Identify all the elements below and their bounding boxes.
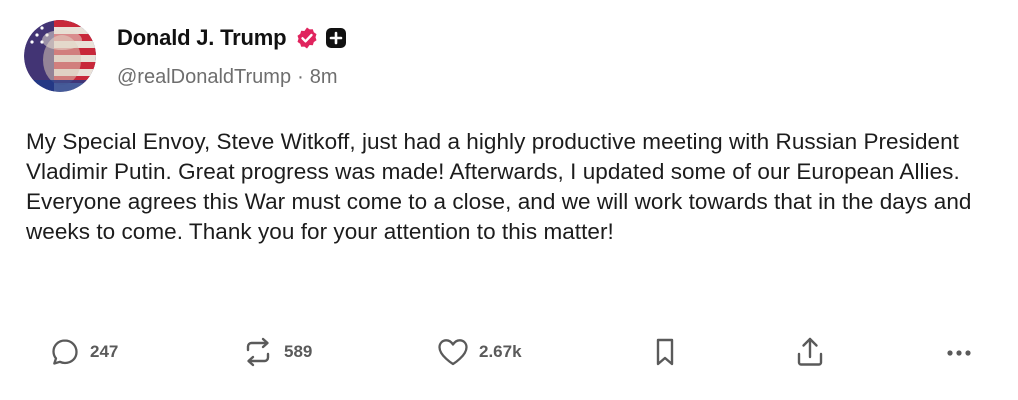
share-button[interactable] [793, 332, 827, 372]
user-handle[interactable]: @realDonaldTrump [117, 66, 291, 89]
reply-count: 247 [90, 342, 119, 361]
action-bar: 247 589 2.67k [0, 332, 1018, 372]
bookmark-button[interactable] [650, 332, 680, 372]
like-count: 2.67k [479, 342, 522, 361]
post-card: Donald J. Trump @realDonaldTrump · 8m My… [0, 0, 1018, 400]
plus-badge-icon [326, 28, 347, 48]
more-icon [947, 350, 971, 356]
bookmark-icon [656, 338, 674, 366]
repost-icon [246, 337, 270, 367]
timestamp[interactable]: 8m [310, 66, 338, 89]
post-header: Donald J. Trump @realDonaldTrump · 8m [117, 24, 347, 89]
share-icon [797, 337, 823, 366]
avatar-image [24, 20, 96, 92]
repost-count: 589 [284, 342, 313, 361]
post-text: My Special Envoy, Steve Witkoff, just ha… [26, 129, 972, 244]
more-options-button[interactable] [942, 332, 976, 372]
separator: · [297, 66, 304, 88]
display-name[interactable]: Donald J. Trump [117, 25, 287, 51]
verified-badge-icon [297, 27, 317, 49]
name-row: Donald J. Trump [117, 24, 347, 52]
like-button[interactable]: 2.67k [435, 332, 522, 372]
comment-icon [52, 339, 78, 365]
reply-button[interactable]: 247 [48, 332, 118, 372]
heart-icon [438, 339, 468, 366]
handle-row: @realDonaldTrump · 8m [117, 66, 347, 89]
avatar[interactable] [24, 20, 96, 92]
repost-button[interactable]: 589 [240, 332, 312, 372]
